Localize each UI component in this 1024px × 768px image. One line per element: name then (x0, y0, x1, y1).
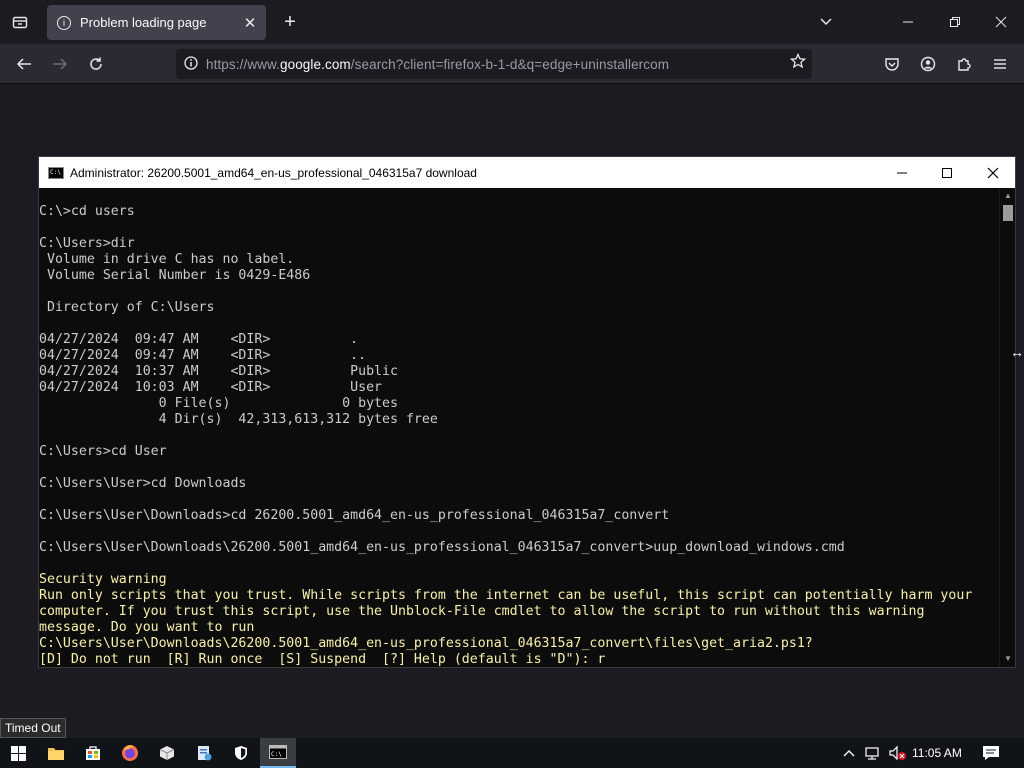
security-icon[interactable] (223, 738, 259, 768)
console-line: 04/27/2024 09:47 AM <DIR> . (39, 332, 359, 347)
console-line: Security warning (39, 572, 167, 587)
url-path: /search?client=firefox-b-1-d&q=edge+unin… (350, 56, 670, 72)
cmd-minimize-icon[interactable] (879, 157, 925, 188)
console-line: C:\Users\User>cd Downloads (39, 476, 247, 491)
firefox-icon[interactable] (112, 738, 148, 768)
console-line: C:\>cd users (39, 204, 135, 219)
hamburger-menu-icon[interactable] (988, 52, 1012, 76)
navigation-toolbar: https://www.google.com/search?client=fir… (0, 44, 1024, 84)
list-all-tabs-icon[interactable] (814, 10, 838, 34)
back-icon[interactable] (12, 52, 36, 76)
url-prefix: https://www. (206, 56, 280, 72)
console-line: Volume in drive C has no label. (39, 252, 295, 267)
close-window-icon[interactable] (989, 10, 1013, 34)
console-line: C:\Users>cd User (39, 444, 167, 459)
console-line: Run only scripts that you trust. While s… (39, 588, 973, 603)
console-line: C:\Users\User\Downloads\26200.5001_amd64… (39, 540, 845, 555)
console-line: 04/27/2024 10:03 AM <DIR> User (39, 380, 383, 395)
tooltip: Timed Out (0, 718, 66, 738)
notifications-icon[interactable] (982, 738, 1000, 768)
bookmark-star-icon[interactable] (789, 52, 807, 74)
cmd-window-title: Administrator: 26200.5001_amd64_en-us_pr… (70, 165, 477, 180)
address-bar[interactable]: https://www.google.com/search?client=fir… (176, 49, 812, 79)
forward-icon[interactable] (48, 52, 72, 76)
console-line: C:\Users\User\Downloads>cd 26200.5001_am… (39, 508, 670, 523)
browser-tab-strip: i Problem loading page ✕ + (0, 0, 1024, 44)
tab-problem-loading[interactable]: i Problem loading page ✕ (47, 5, 266, 40)
site-info-icon[interactable] (176, 55, 206, 73)
tab-close-icon[interactable]: ✕ (238, 14, 262, 32)
tab-title: Problem loading page (80, 15, 207, 30)
taskbar-clock[interactable]: 11:05 AM (912, 738, 962, 768)
store-icon[interactable] (75, 738, 111, 768)
reload-icon[interactable] (84, 52, 108, 76)
scrollbar-thumb[interactable] (1003, 205, 1013, 221)
show-hidden-icons-chevron-icon[interactable] (842, 738, 856, 768)
console-line: C:\Users>dir (39, 236, 135, 251)
cmd-maximize-icon[interactable] (924, 157, 970, 188)
resize-cursor-icon: ↔ (1010, 344, 1024, 360)
cmd-titlebar[interactable]: C:\ Administrator: 26200.5001_amd64_en-u… (39, 157, 1015, 188)
app-icon[interactable] (186, 738, 222, 768)
cmd-app-icon: C:\ (48, 166, 64, 179)
console-output[interactable]: C:\>cd users C:\Users>dir Volume in drive… (39, 188, 999, 667)
windows-taskbar: C:\ 11:05 AM (0, 738, 1024, 768)
account-icon[interactable] (916, 52, 940, 76)
network-icon[interactable] (864, 738, 882, 768)
command-prompt-window[interactable]: C:\ Administrator: 26200.5001_amd64_en-u… (38, 156, 1016, 668)
console-line: computer. If you trust this script, use … (39, 604, 925, 619)
volume-muted-icon[interactable] (888, 738, 908, 768)
info-icon: i (57, 15, 71, 30)
console-line: message. Do you want to run (39, 620, 255, 635)
console-line: 04/27/2024 10:37 AM <DIR> Public (39, 364, 398, 379)
url-host: google.com (279, 56, 351, 72)
package-icon[interactable] (149, 738, 185, 768)
restore-icon[interactable] (943, 10, 967, 34)
pocket-icon[interactable] (880, 52, 904, 76)
console-line: [D] Do not run [R] Run once [S] Suspend … (39, 652, 606, 667)
console-line: 0 File(s) 0 bytes (39, 396, 398, 411)
console-line: 4 Dir(s) 42,313,613,312 bytes free (39, 412, 438, 427)
console-line: C:\Users\User\Downloads\26200.5001_amd64… (39, 636, 813, 651)
scroll-up-arrow-icon[interactable]: ▲ (1000, 188, 1016, 204)
console-scrollbar[interactable]: ▲ ▼ (999, 188, 1015, 667)
svg-text:C:\: C:\ (271, 751, 282, 758)
cmd-taskbar-icon[interactable]: C:\ (260, 738, 296, 768)
new-tab-button[interactable]: + (278, 8, 302, 36)
console-line: Directory of C:\Users (39, 300, 215, 315)
file-explorer-icon[interactable] (38, 738, 74, 768)
url-text[interactable]: https://www.google.com/search?client=fir… (206, 57, 669, 72)
cmd-close-icon[interactable] (970, 157, 1016, 188)
tab-list-icon[interactable] (8, 10, 32, 34)
console-line: Volume Serial Number is 0429-E486 (39, 268, 311, 283)
start-icon[interactable] (0, 738, 36, 768)
extensions-puzzle-icon[interactable] (952, 52, 976, 76)
console-line: 04/27/2024 09:47 AM <DIR> .. (39, 348, 367, 363)
minimize-icon[interactable] (896, 10, 920, 34)
scroll-down-arrow-icon[interactable]: ▼ (1000, 651, 1016, 667)
